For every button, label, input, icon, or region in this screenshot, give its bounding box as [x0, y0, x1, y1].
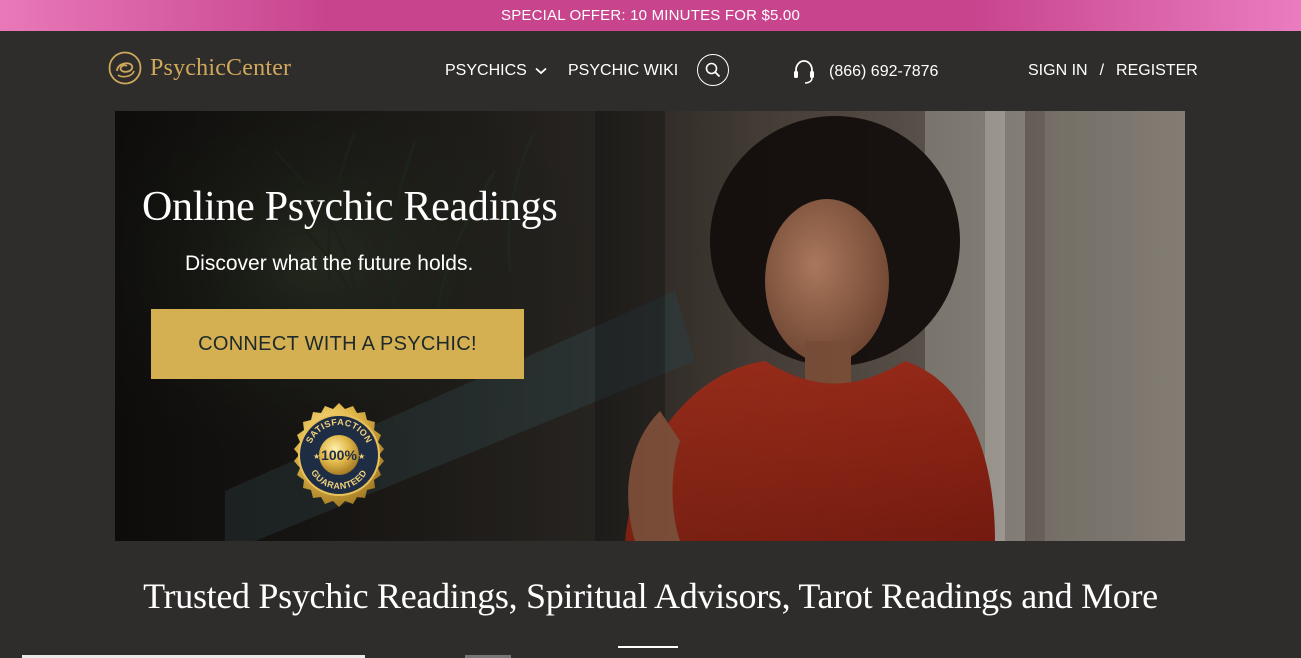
nav-psychics-label: PSYCHICS	[445, 62, 527, 79]
auth-separator: /	[1099, 62, 1105, 79]
hero-subtitle: Discover what the future holds.	[185, 252, 474, 275]
nav-psychic-wiki[interactable]: PSYCHIC WIKI	[568, 62, 678, 80]
search-icon	[705, 62, 721, 78]
sign-in-link[interactable]: SIGN IN	[1028, 62, 1088, 80]
hero-title: Online Psychic Readings	[142, 184, 558, 230]
phone-link[interactable]: (866) 692-7876	[793, 59, 938, 85]
logo[interactable]: PsychicCenter	[108, 51, 291, 85]
logo-text: PsychicCenter	[150, 54, 292, 81]
search-button[interactable]	[697, 54, 729, 86]
logo-swirl-icon	[108, 51, 142, 85]
chevron-down-icon	[535, 67, 547, 75]
nav-wiki-label: PSYCHIC WIKI	[568, 62, 679, 79]
promo-text: SPECIAL OFFER: 10 MINUTES FOR $5.00	[500, 7, 801, 24]
satisfaction-guaranteed-badge: 100% SATISFACTION GUARANTEED ★ ★	[294, 403, 384, 507]
header-nav: PsychicCenter PSYCHICS PSYCHIC WIKI (866…	[0, 31, 1301, 111]
heading-underline-divider	[618, 646, 678, 648]
headset-icon	[794, 60, 814, 84]
promo-banner[interactable]: SPECIAL OFFER: 10 MINUTES FOR $5.00	[0, 0, 1301, 31]
badge-center-text: 100%	[321, 447, 357, 463]
section-heading: Trusted Psychic Readings, Spiritual Advi…	[143, 576, 1158, 616]
auth-links: SIGN IN / REGISTER	[1028, 62, 1198, 80]
badge-star-right-icon: ★	[358, 452, 365, 461]
cta-label: CONNECT WITH A PSYCHIC!	[198, 332, 477, 355]
badge-star-left-icon: ★	[313, 452, 320, 461]
phone-number: (866) 692-7876	[829, 63, 939, 80]
register-link[interactable]: REGISTER	[1116, 62, 1198, 80]
connect-with-psychic-button[interactable]: CONNECT WITH A PSYCHIC!	[151, 309, 524, 379]
nav-psychics[interactable]: PSYCHICS	[445, 62, 547, 80]
